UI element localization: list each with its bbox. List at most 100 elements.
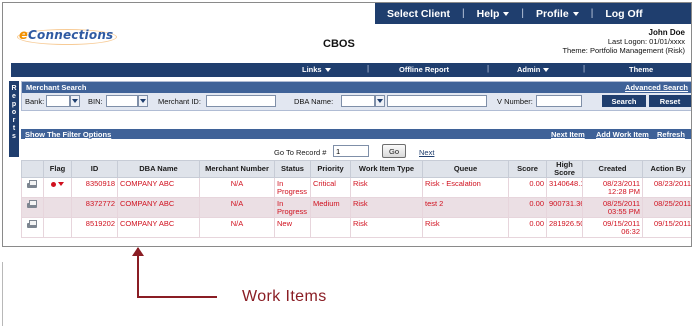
dba-name-dropdown-button[interactable] (375, 95, 385, 107)
bin-label: BIN: (88, 97, 103, 106)
next-page-link[interactable]: Next (419, 148, 434, 157)
merchant-number-cell: N/A (199, 177, 275, 198)
bank-dropdown-button[interactable] (70, 95, 80, 107)
go-button[interactable]: Go (382, 144, 406, 158)
col-header-status[interactable]: Status (274, 160, 311, 178)
chevron-down-icon (72, 99, 78, 103)
action-by-cell: 08/23/2011 (642, 177, 691, 198)
print-cell[interactable] (21, 177, 44, 198)
flag-cell[interactable] (43, 177, 72, 198)
bin-dropdown-button[interactable] (138, 95, 148, 107)
theme-info: Theme: Portfolio Management (Risk) (562, 46, 685, 55)
priority-cell: Critical (310, 177, 351, 198)
caret-down-icon (572, 11, 579, 16)
v-number-input[interactable] (536, 95, 582, 107)
advanced-search-link[interactable]: Advanced Search (625, 83, 688, 92)
page-title: CBOS (323, 38, 355, 50)
caret-down-icon (324, 67, 331, 72)
callout-line (137, 296, 217, 298)
chevron-down-icon[interactable] (58, 182, 64, 187)
high-score-cell: 900731.36 (546, 197, 583, 218)
col-header-dba-name[interactable]: DBA Name (117, 160, 200, 178)
table-header-row: Flag ID DBA Name Merchant Number Status … (21, 160, 691, 178)
print-icon[interactable] (27, 200, 37, 209)
print-cell[interactable] (21, 197, 44, 218)
print-cell[interactable] (21, 217, 44, 238)
work-items-table: Flag ID DBA Name Merchant Number Status … (21, 160, 691, 238)
table-row[interactable]: 8519202 COMPANY ABC N/A New Risk Risk 0.… (21, 217, 691, 238)
user-name: John Doe (648, 28, 685, 37)
callout-line (137, 248, 139, 298)
bank-select[interactable] (46, 95, 70, 107)
add-work-item-link[interactable]: Add Work Item (596, 130, 649, 139)
profile-menu[interactable]: Profile (524, 8, 591, 20)
dba-name-select[interactable] (341, 95, 375, 107)
goto-record-input[interactable] (333, 145, 369, 157)
caret-down-icon (543, 67, 550, 72)
queue-cell: test 2 (422, 197, 509, 218)
next-item-link[interactable]: Next Item (551, 130, 585, 139)
flag-cell[interactable] (43, 197, 72, 218)
print-icon[interactable] (27, 220, 37, 229)
theme-menu[interactable]: Theme (629, 65, 653, 74)
dba-name-cell[interactable]: COMPANY ABC (117, 177, 200, 198)
id-cell[interactable]: 8350918 (71, 177, 118, 198)
help-menu[interactable]: Help (465, 8, 522, 20)
app-window: Select Client | Help | Profile | Log Off… (2, 2, 692, 247)
last-logon: Last Logon: 01/01/xxxx (607, 37, 685, 46)
table-row[interactable]: 8372772 COMPANY ABC N/A In Progress Medi… (21, 197, 691, 218)
nav-separator: | (487, 64, 490, 73)
reports-tab[interactable]: R e p o r t s (9, 81, 19, 157)
id-cell[interactable]: 8519202 (71, 217, 118, 238)
chevron-down-icon (377, 99, 383, 103)
col-header-priority[interactable]: Priority (310, 160, 351, 178)
dba-name-cell[interactable]: COMPANY ABC (117, 217, 200, 238)
status-cell: New (274, 217, 311, 238)
flag-icon[interactable] (51, 181, 56, 187)
table-row[interactable]: 8350918 COMPANY ABC N/A In Progress Crit… (21, 177, 691, 198)
action-by-cell: 08/25/2011 (642, 197, 691, 218)
col-header-print (21, 160, 44, 178)
score-cell: 0.00 (508, 197, 547, 218)
dba-name-input[interactable] (387, 95, 487, 107)
bank-label: Bank: (25, 97, 45, 106)
goto-record-label: Go To Record # (274, 148, 327, 157)
offline-report-link[interactable]: Offline Report (399, 65, 449, 74)
status-cell: In Progress (274, 177, 311, 198)
refresh-link[interactable]: Refresh (657, 130, 685, 139)
chevron-down-icon (140, 99, 146, 103)
bin-select[interactable] (106, 95, 138, 107)
col-header-score[interactable]: Score (508, 160, 547, 178)
queue-cell: Risk (422, 217, 509, 238)
col-header-action-by[interactable]: Action By (642, 160, 691, 178)
admin-menu[interactable]: Admin (517, 65, 550, 74)
app-logo[interactable]: eConnections (19, 28, 113, 43)
created-cell: 09/15/2011 06:32 (582, 217, 643, 238)
high-score-cell: 3140648.12 (546, 177, 583, 198)
search-button[interactable]: Search (602, 95, 646, 107)
page-divider (2, 262, 3, 326)
merchant-search-header: Merchant Search Advanced Search (22, 82, 691, 93)
reset-button[interactable]: Reset (649, 95, 691, 107)
col-header-id[interactable]: ID (71, 160, 118, 178)
merchant-id-input[interactable] (206, 95, 276, 107)
flag-cell[interactable] (43, 217, 72, 238)
links-menu[interactable]: Links (302, 65, 331, 74)
col-header-high-score[interactable]: High Score (546, 160, 583, 178)
log-off-button[interactable]: Log Off (593, 8, 654, 20)
status-cell: In Progress (274, 197, 311, 218)
select-client-menu[interactable]: Select Client (375, 8, 462, 20)
merchant-number-cell: N/A (199, 197, 275, 218)
work-item-type-cell: Risk (350, 177, 423, 198)
col-header-created[interactable]: Created (582, 160, 643, 178)
work-item-type-cell: Risk (350, 197, 423, 218)
col-header-work-item-type[interactable]: Work Item Type (350, 160, 423, 178)
dba-name-cell[interactable]: COMPANY ABC (117, 197, 200, 218)
print-icon[interactable] (27, 180, 37, 189)
col-header-queue[interactable]: Queue (422, 160, 509, 178)
id-cell[interactable]: 8372772 (71, 197, 118, 218)
nav-separator: | (367, 64, 370, 73)
col-header-merchant-number[interactable]: Merchant Number (199, 160, 275, 178)
show-filter-options-link[interactable]: Show The Filter Options (25, 130, 111, 139)
col-header-flag[interactable]: Flag (43, 160, 72, 178)
